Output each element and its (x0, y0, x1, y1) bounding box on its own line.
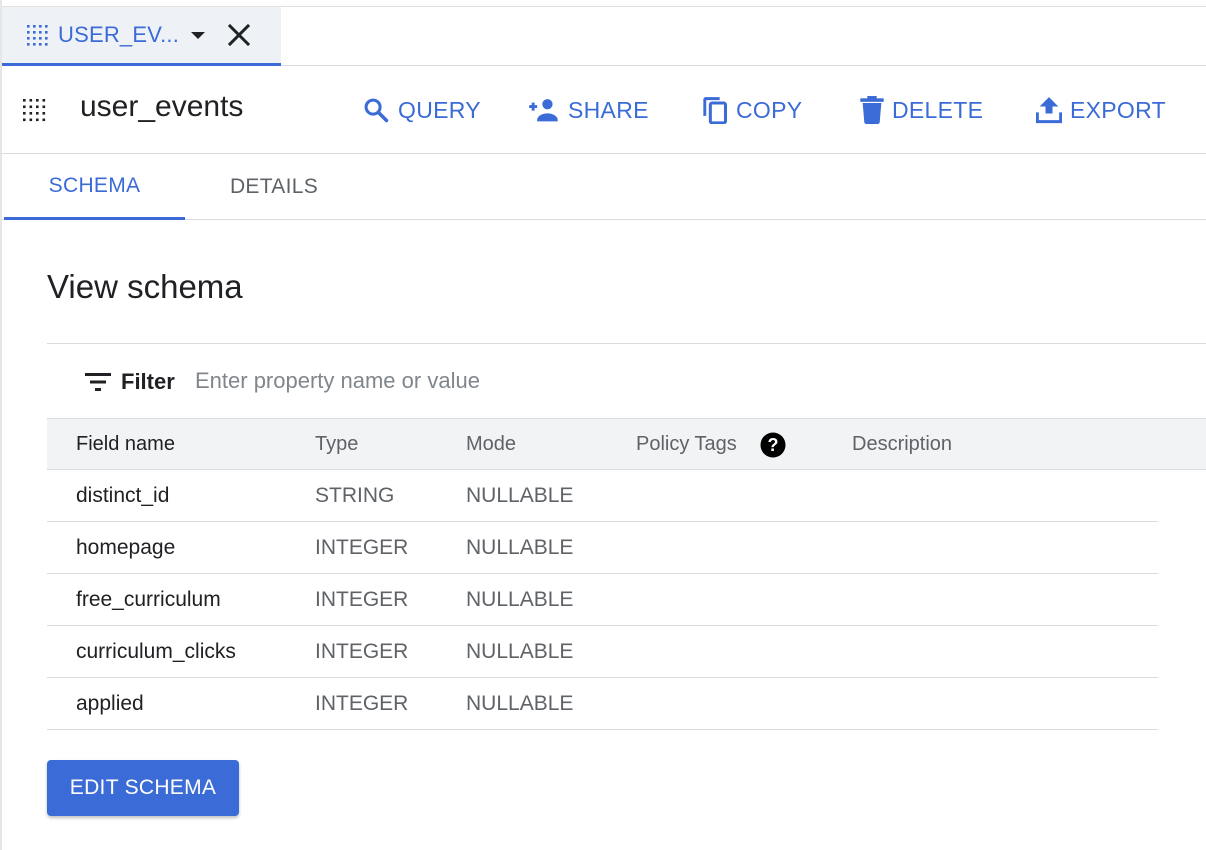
sub-tabs: SCHEMA DETAILS (2, 154, 1206, 220)
copy-icon (703, 97, 728, 124)
svg-text:?: ? (768, 435, 779, 455)
field-type-cell: INTEGER (315, 536, 409, 559)
field-mode-cell: NULLABLE (466, 536, 574, 559)
field-mode-cell: NULLABLE (466, 484, 574, 507)
help-icon[interactable]: ? (760, 432, 786, 458)
share-label: SHARE (568, 96, 649, 123)
close-icon[interactable] (225, 21, 253, 49)
table-tab[interactable]: USER_EV... (2, 7, 281, 66)
table-row: distinct_id STRING NULLABLE (47, 470, 1158, 522)
field-name-cell: applied (76, 692, 144, 715)
column-header-field-name: Field name (76, 433, 175, 455)
trash-icon (860, 96, 884, 124)
page: USER_EV... user_events QUERY SHARE COPY … (0, 0, 1206, 850)
table-row: curriculum_clicks INTEGER NULLABLE (47, 626, 1158, 678)
export-label: EXPORT (1070, 96, 1166, 123)
tab-title: USER_EV... (58, 22, 180, 47)
field-type-cell: INTEGER (315, 692, 409, 715)
table-row: applied INTEGER NULLABLE (47, 678, 1158, 730)
share-button[interactable]: SHARE (528, 92, 649, 128)
upload-icon (1036, 97, 1062, 124)
table-header: user_events QUERY SHARE COPY DELETE EXPO… (2, 66, 1206, 154)
tab-schema[interactable]: SCHEMA (4, 154, 185, 220)
field-name-cell: distinct_id (76, 484, 170, 507)
column-header-policy-tags: Policy Tags (636, 433, 737, 455)
person-add-icon (529, 99, 558, 122)
filter-icon[interactable] (85, 372, 111, 392)
delete-label: DELETE (892, 96, 984, 123)
delete-button[interactable]: DELETE (860, 92, 983, 128)
field-name-cell: homepage (76, 536, 176, 559)
field-mode-cell: NULLABLE (466, 692, 574, 715)
page-title: View schema (47, 268, 243, 305)
query-label: QUERY (398, 96, 481, 123)
copy-button[interactable]: COPY (702, 92, 802, 128)
filter-bar: Filter (47, 343, 1206, 418)
table-grid-icon (23, 99, 46, 122)
column-header-description: Description (852, 433, 953, 455)
field-mode-cell: NULLABLE (466, 588, 574, 611)
query-button[interactable]: QUERY (362, 92, 481, 128)
caret-down-icon[interactable] (191, 31, 206, 39)
tab-strip: USER_EV... (2, 6, 1206, 66)
field-type-cell: INTEGER (315, 588, 409, 611)
table-title: user_events (80, 90, 244, 123)
search-icon (364, 98, 389, 123)
edit-schema-button[interactable]: EDIT SCHEMA (47, 760, 239, 816)
filter-input[interactable] (195, 364, 895, 398)
field-type-cell: INTEGER (315, 640, 409, 663)
tab-details[interactable]: DETAILS (212, 154, 336, 220)
field-name-cell: free_curriculum (76, 588, 221, 611)
schema-table: Field name Type Mode Policy Tags ? Descr… (47, 418, 1206, 730)
field-name-cell: curriculum_clicks (76, 640, 236, 663)
column-header-mode: Mode (466, 433, 517, 455)
table-row: homepage INTEGER NULLABLE (47, 522, 1158, 574)
field-type-cell: STRING (315, 484, 395, 507)
filter-label: Filter (121, 369, 175, 394)
table-grid-icon (27, 25, 48, 46)
export-button[interactable]: EXPORT (1036, 92, 1166, 128)
copy-label: COPY (736, 96, 803, 123)
table-row: free_curriculum INTEGER NULLABLE (47, 574, 1158, 626)
column-header-type: Type (315, 433, 359, 455)
field-mode-cell: NULLABLE (466, 640, 574, 663)
table-header-row: Field name Type Mode Policy Tags ? Descr… (47, 418, 1206, 470)
